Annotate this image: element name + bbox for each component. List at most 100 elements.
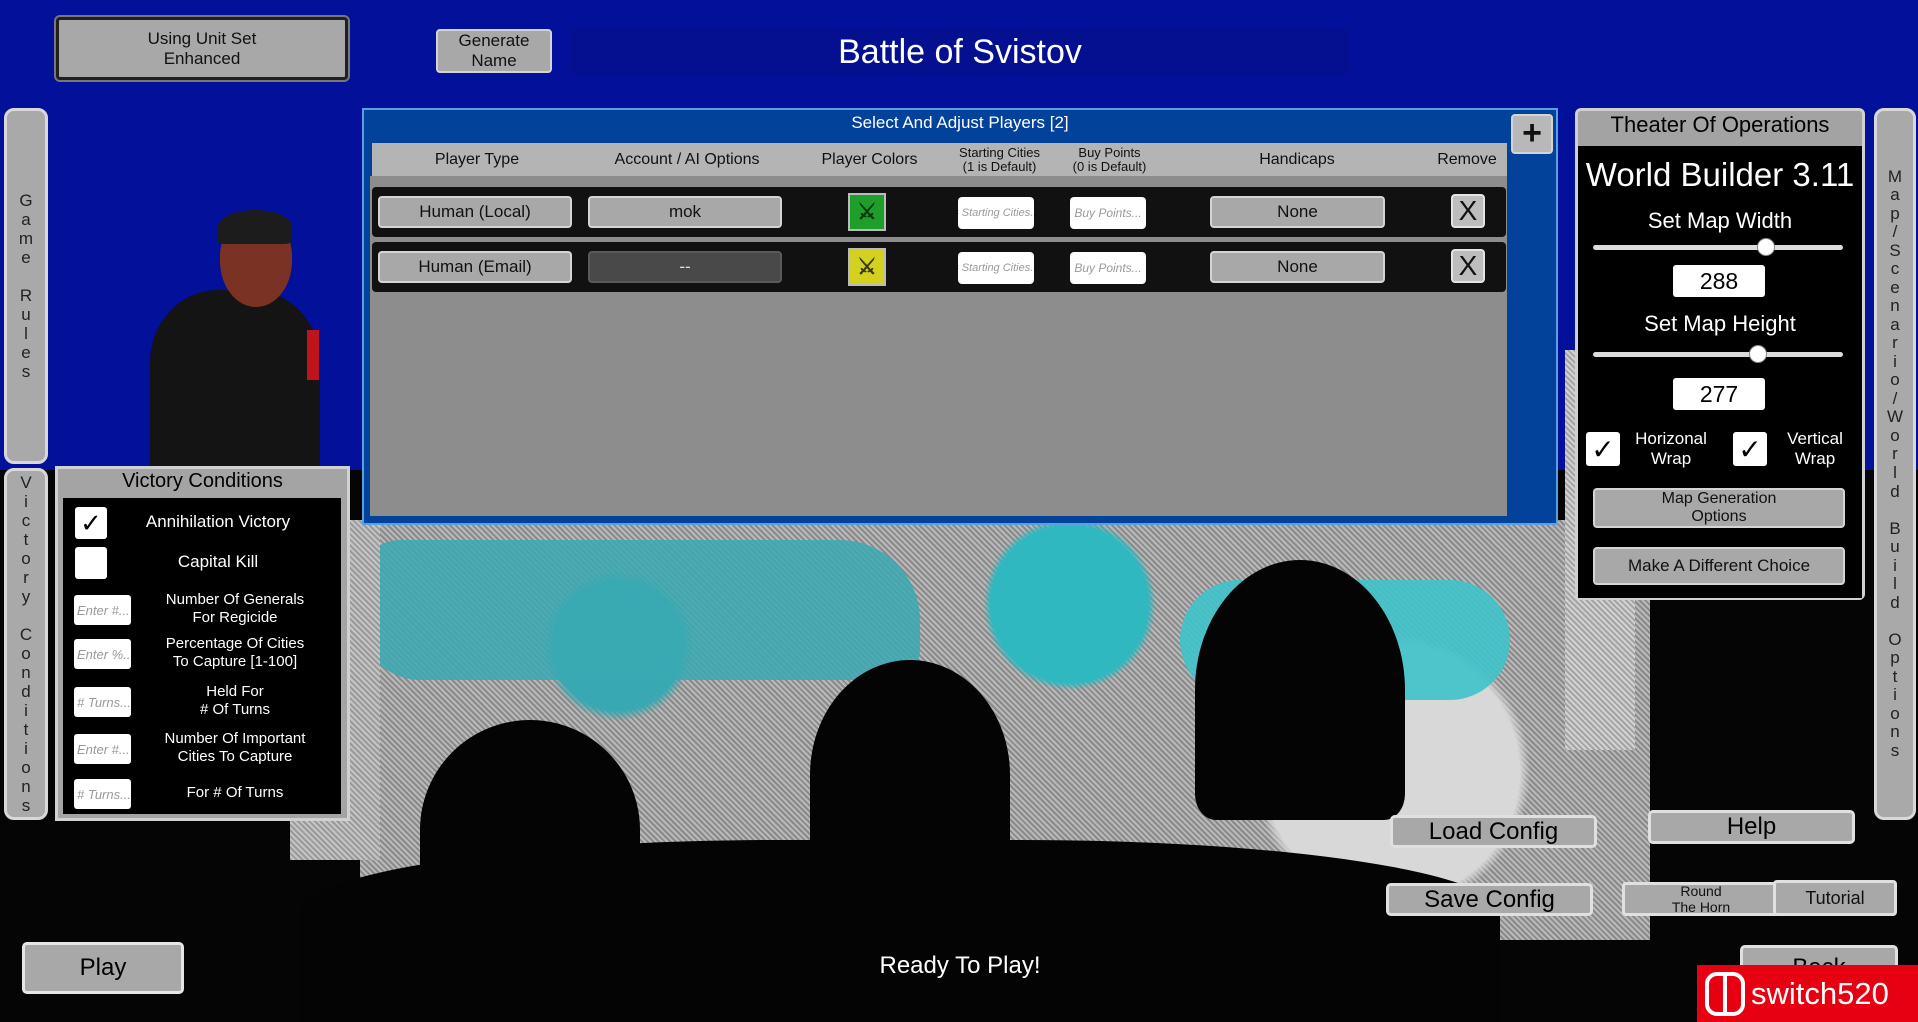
crossed-swords-icon: ⚔	[857, 254, 877, 279]
column-header-buy-points: Buy Points (0 is Default)	[1052, 143, 1167, 177]
make-different-choice-button[interactable]: Make A Different Choice	[1593, 547, 1845, 585]
officers-shoulders	[300, 840, 1500, 1022]
vertical-wrap-checkbox[interactable]: ✓	[1733, 432, 1767, 466]
tab-letter: i	[1893, 351, 1897, 371]
remove-player-button[interactable]: X	[1451, 194, 1485, 228]
switch-logo-icon	[1705, 971, 1745, 1016]
capital-kill-checkbox[interactable]	[75, 547, 107, 579]
account-options-button-disabled: --	[588, 251, 782, 283]
play-button[interactable]: Play	[22, 942, 184, 994]
important-cities-label: Number Of Important Cities To Capture	[164, 730, 306, 765]
tab-letter: V	[20, 472, 32, 492]
column-header-player-type: Player Type	[372, 143, 582, 177]
buy-points-input[interactable]: Buy Points...	[1070, 252, 1146, 284]
tab-letter: /	[1892, 222, 1898, 242]
map-height-label: Set Map Height	[1644, 311, 1796, 336]
save-config-button[interactable]: Save Config	[1386, 883, 1593, 916]
handicap-dropdown[interactable]: None	[1210, 196, 1385, 228]
victory-conditions-title: Victory Conditions	[122, 470, 283, 492]
tab-letter: l	[1893, 463, 1897, 482]
tab-letter: c	[1890, 259, 1900, 279]
map-height-input[interactable]: 277	[1673, 378, 1765, 410]
general-portrait-body	[150, 290, 320, 470]
account-options-button[interactable]: mok	[588, 196, 782, 228]
held-turns-input[interactable]: # Turns...	[74, 687, 131, 717]
tab-victory-conditions[interactable]: Victory Conditions	[4, 468, 48, 820]
tab-letter: n	[1890, 722, 1900, 742]
map-width-slider-handle[interactable]	[1756, 238, 1775, 256]
column-header-player-colors: Player Colors	[792, 143, 947, 177]
unit-set-button[interactable]: Using Unit Set Enhanced	[54, 15, 350, 82]
tab-letter: e	[21, 247, 31, 267]
tab-letter: d	[21, 682, 31, 702]
tab-letter: B	[1889, 518, 1901, 538]
cities-percentage-input[interactable]: Enter %...	[74, 639, 131, 669]
tab-map-scenario-options[interactable]: Ma p / Sc e n a r i o / Wo r l d Build Options	[1874, 108, 1916, 820]
tab-letter: O	[1888, 629, 1902, 649]
tab-letter: p	[1890, 203, 1900, 223]
important-cities-input[interactable]: Enter #...	[74, 734, 131, 764]
remove-player-button[interactable]: X	[1451, 249, 1485, 283]
tab-letter: i	[24, 701, 28, 721]
column-header-starting-cities: Starting Cities (1 is Default)	[947, 143, 1052, 177]
horizontal-wrap-checkbox[interactable]: ✓	[1586, 432, 1620, 466]
starting-cities-input[interactable]: # Starting Cities...	[958, 197, 1034, 229]
tab-letter: o	[21, 644, 31, 663]
player-type-dropdown[interactable]: Human (Local)	[378, 196, 572, 228]
round-the-horn-button[interactable]: Round The Horn	[1622, 882, 1780, 916]
tab-letter: p	[1890, 648, 1900, 668]
tab-letter: G	[19, 190, 33, 210]
tab-letter: o	[1890, 703, 1900, 723]
regicide-generals-input[interactable]: Enter #...	[74, 595, 131, 625]
tab-game-rules[interactable]: Game Rules	[4, 108, 48, 464]
starting-cities-input[interactable]: # Starting Cities...	[958, 252, 1034, 284]
map-height-slider-handle[interactable]	[1749, 345, 1767, 363]
tab-letter: s	[21, 796, 31, 816]
column-header-account: Account / AI Options	[582, 143, 792, 177]
annihilation-checkbox[interactable]: ✓	[75, 507, 107, 539]
tab-letter: u	[1890, 537, 1900, 557]
tab-letter: m	[18, 228, 34, 248]
tab-letter: C	[19, 624, 33, 644]
tab-letter: o	[1890, 370, 1900, 390]
tab-letter: s	[1890, 740, 1900, 760]
important-cities-turns-label: For # Of Turns	[186, 784, 284, 801]
tab-letter: a	[1890, 185, 1900, 205]
buy-points-input[interactable]: Buy Points...	[1070, 197, 1146, 229]
tutorial-button[interactable]: Tutorial	[1773, 880, 1897, 916]
player-color-swatch[interactable]: ⚔	[848, 193, 886, 231]
tab-letter: a	[1890, 314, 1900, 334]
players-panel-title: Select And Adjust Players [2]	[851, 113, 1069, 132]
player-color-swatch[interactable]: ⚔	[848, 248, 886, 286]
map-width-input[interactable]: 288	[1673, 265, 1765, 297]
tab-letter: R	[19, 286, 33, 305]
map-width-slider-track[interactable]	[1593, 245, 1843, 250]
column-header-remove: Remove	[1427, 143, 1507, 177]
tab-letter: o	[1890, 425, 1900, 445]
held-turns-label: Held For # Of Turns	[199, 683, 271, 718]
tab-letter	[1893, 612, 1898, 631]
tab-letter: t	[23, 720, 29, 740]
tab-letter: y	[21, 586, 31, 606]
status-text: Ready To Play!	[879, 952, 1041, 979]
generate-name-button[interactable]: Generate Name	[436, 29, 552, 73]
player-type-dropdown[interactable]: Human (Email)	[378, 251, 572, 283]
tab-letter: r	[23, 567, 29, 587]
handicap-dropdown[interactable]: None	[1210, 251, 1385, 283]
important-cities-turns-input[interactable]: # Turns...	[74, 779, 131, 809]
add-player-button[interactable]: +	[1511, 114, 1553, 154]
map-generation-options-button[interactable]: Map Generation Options	[1593, 488, 1845, 528]
load-config-button[interactable]: Load Config	[1390, 815, 1597, 848]
cities-percentage-label: Percentage Of Cities To Capture [1-100]	[165, 635, 305, 670]
crossed-swords-icon: ⚔	[857, 199, 877, 224]
scenario-title: Battle of Svistov	[838, 32, 1082, 71]
tab-letter: e	[1890, 277, 1900, 297]
tab-letter: i	[1893, 555, 1897, 575]
tab-letter: l	[1893, 574, 1897, 594]
tab-letter: o	[21, 758, 31, 778]
tab-letter: i	[1893, 685, 1897, 705]
help-button[interactable]: Help	[1648, 810, 1855, 844]
map-height-slider-track[interactable]	[1593, 352, 1843, 357]
tab-letter	[24, 267, 29, 286]
theater-title: Theater Of Operations	[1610, 112, 1830, 137]
